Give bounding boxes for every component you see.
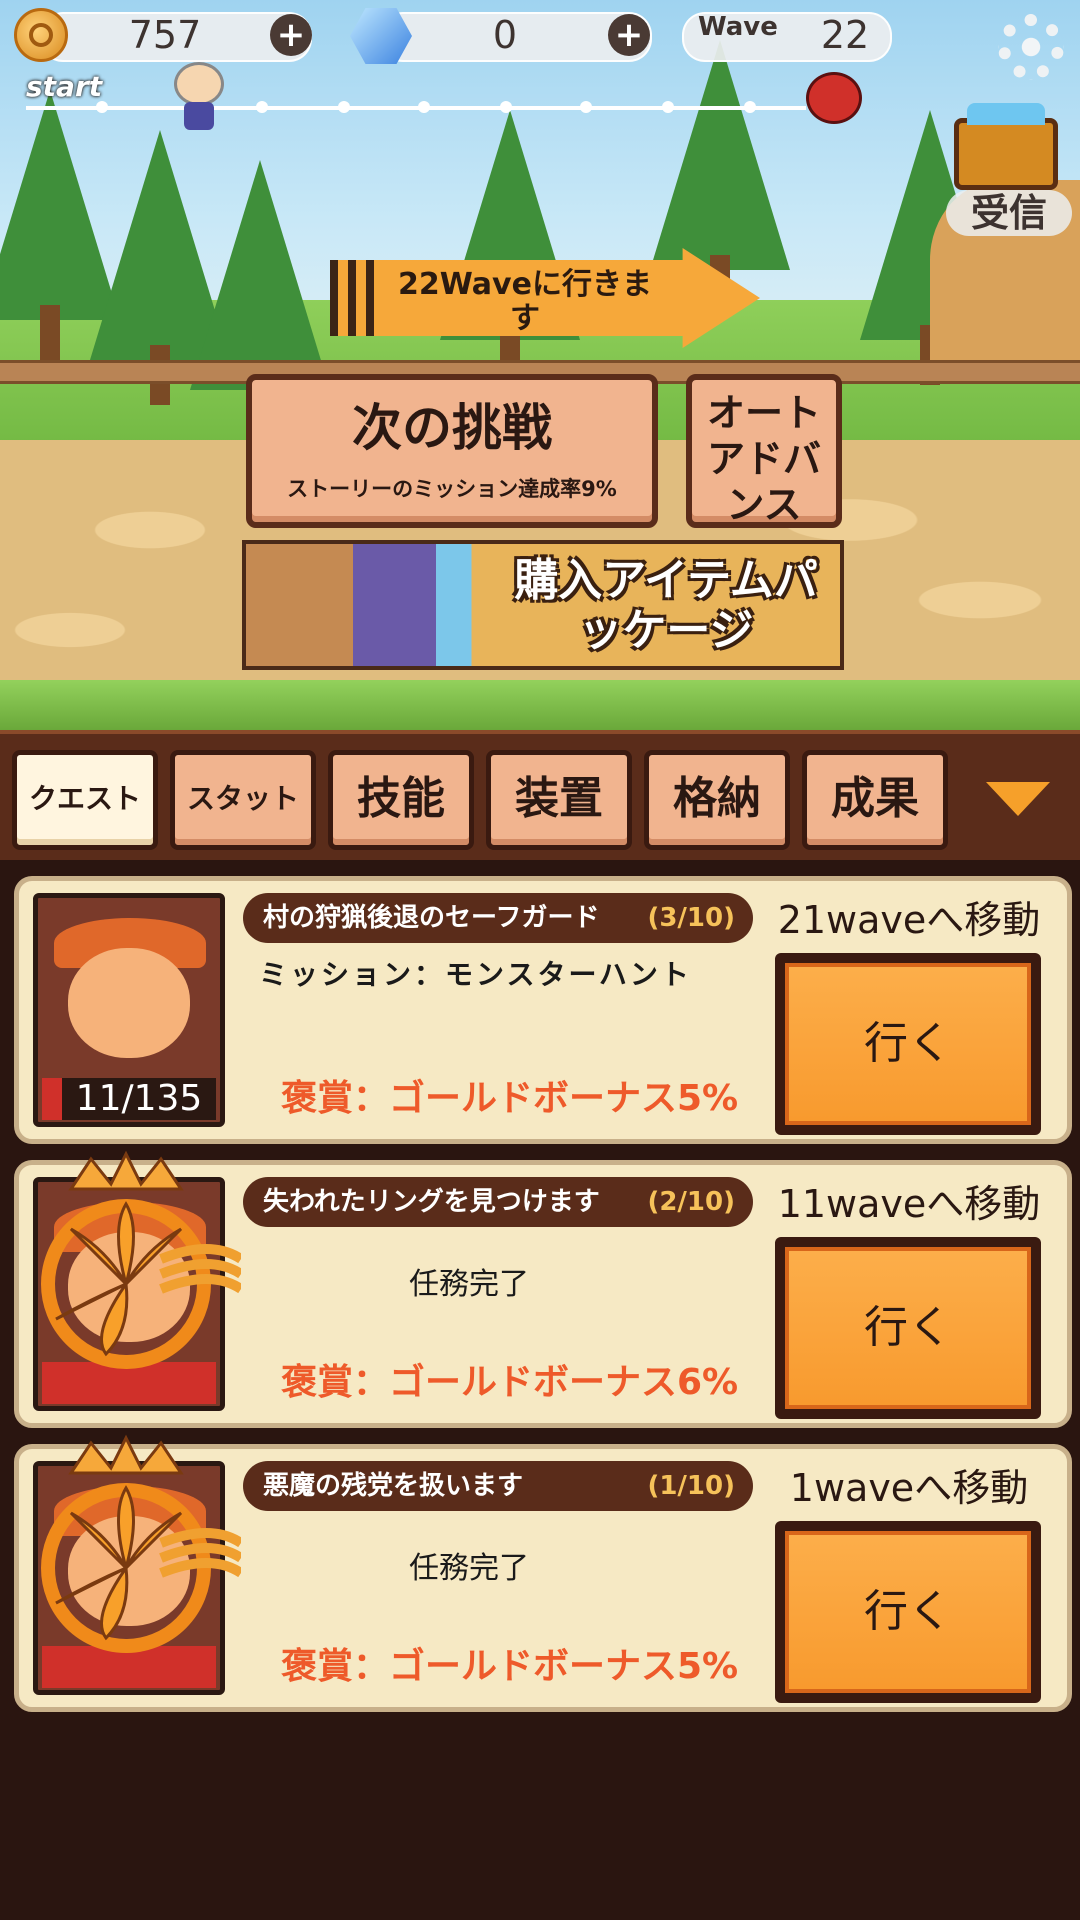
gold-amount: 757	[128, 13, 202, 57]
quest-title: 失われたリングを見つけます	[263, 1187, 600, 1217]
track-dot	[744, 101, 756, 113]
gold-coin-icon	[14, 8, 68, 62]
boss-devil-icon	[806, 72, 862, 124]
quest-progress: (3/10)	[647, 903, 735, 933]
completed-stamp-icon	[41, 1150, 241, 1369]
quest-reward: 褒賞：ゴールドボーナス6%	[281, 1362, 739, 1403]
track-dot	[418, 101, 430, 113]
banner-stripes	[330, 260, 382, 336]
go-button[interactable]: 行く	[775, 1237, 1041, 1419]
auto-advance-label: オートアドバンス	[706, 391, 821, 527]
quest-move-label: 11waveへ移動	[777, 1182, 1041, 1226]
go-button-label: 行く	[785, 963, 1031, 1125]
tab-stats[interactable]: スタット	[170, 750, 316, 850]
go-to-wave-text: 22Waveに行きます	[398, 267, 652, 336]
item-package-banner[interactable]: 購入アイテムパッケージ	[242, 540, 844, 670]
receive-label[interactable]: 受信	[946, 190, 1072, 236]
quest-progress: (2/10)	[647, 1187, 735, 1217]
quest-card: 悪魔の残党を扱います (1/10) 任務完了 褒賞：ゴールドボーナス5% 1wa…	[14, 1434, 1072, 1712]
tree	[190, 160, 330, 435]
completed-stamp-icon	[41, 1434, 241, 1653]
quest-title-pill: 村の狩猟後退のセーフガード (3/10)	[243, 893, 753, 943]
quest-title-pill: 悪魔の残党を扱います (1/10)	[243, 1461, 753, 1511]
tab-label: 成果	[831, 773, 919, 824]
challenge-title: 次の挑戦	[352, 399, 552, 457]
tab-achievements[interactable]: 成果	[802, 750, 948, 850]
challenge-subtitle: ストーリーのミッション達成率9%	[287, 477, 617, 501]
tab-label: クエスト	[28, 782, 141, 815]
quest-kill-count: 11/135	[42, 1078, 216, 1120]
gem-amount: 0	[492, 13, 518, 57]
tab-bar: クエスト スタット 技能 装置 格納 成果	[0, 730, 1080, 860]
go-button[interactable]: 行く	[775, 953, 1041, 1135]
track-dot	[256, 101, 268, 113]
quest-mission: ミッション：モンスターハント	[259, 958, 692, 991]
track-start-label: start	[26, 70, 103, 103]
quest-card: 11/135 村の狩猟後退のセーフガード (3/10) ミッション：モンスターハ…	[14, 876, 1072, 1144]
quest-status: 任務完了	[409, 1267, 529, 1302]
expand-tabs-icon[interactable]	[986, 782, 1050, 816]
gear-icon[interactable]	[998, 14, 1064, 80]
quest-portrait: 11/135	[33, 893, 225, 1127]
quest-status: 任務完了	[409, 1551, 529, 1586]
tab-label: 技能	[357, 773, 445, 824]
go-button-label: 行く	[785, 1531, 1031, 1693]
wave-progress-track	[26, 106, 806, 110]
tab-storage[interactable]: 格納	[644, 750, 790, 850]
quest-reward: 褒賞：ゴールドボーナス5%	[281, 1078, 739, 1119]
track-dot	[662, 101, 674, 113]
quest-title-pill: 失われたリングを見つけます (2/10)	[243, 1177, 753, 1227]
tab-label: 格納	[673, 773, 761, 824]
treasure-chest-icon[interactable]	[954, 103, 1058, 190]
auto-advance-button[interactable]: オートアドバンス	[686, 374, 842, 528]
package-banner-text: 購入アイテムパッケージ	[514, 555, 818, 656]
quest-move-label: 1waveへ移動	[789, 1466, 1029, 1510]
tab-quest[interactable]: クエスト	[12, 750, 158, 850]
track-dot	[96, 101, 108, 113]
wave-number: 22	[820, 13, 870, 57]
portrait-face	[68, 948, 190, 1058]
hero-progress-marker	[170, 62, 228, 132]
tab-label: スタット	[186, 782, 299, 815]
track-dot	[580, 101, 592, 113]
add-gem-button[interactable]: +	[608, 14, 650, 56]
tree	[650, 40, 790, 315]
next-challenge-button[interactable]: 次の挑戦 ストーリーのミッション達成率9%	[246, 374, 658, 528]
track-dot	[500, 101, 512, 113]
quest-title: 村の狩猟後退のセーフガード	[263, 903, 600, 933]
grass-strip	[0, 680, 1080, 730]
track-dot	[338, 101, 350, 113]
quest-move-label: 21waveへ移動	[777, 898, 1041, 942]
go-button-label: 行く	[785, 1247, 1031, 1409]
go-button[interactable]: 行く	[775, 1521, 1041, 1703]
quest-title: 悪魔の残党を扱います	[263, 1471, 524, 1501]
add-gold-button[interactable]: +	[270, 14, 312, 56]
quest-card: 失われたリングを見つけます (2/10) 任務完了 褒賞：ゴールドボーナス6% …	[14, 1150, 1072, 1428]
tab-skills[interactable]: 技能	[328, 750, 474, 850]
wave-label: Wave	[698, 12, 778, 42]
tab-equipment[interactable]: 装置	[486, 750, 632, 850]
tab-label: 装置	[515, 773, 603, 824]
quest-progress: (1/10)	[647, 1471, 735, 1501]
quest-reward: 褒賞：ゴールドボーナス5%	[281, 1646, 739, 1687]
